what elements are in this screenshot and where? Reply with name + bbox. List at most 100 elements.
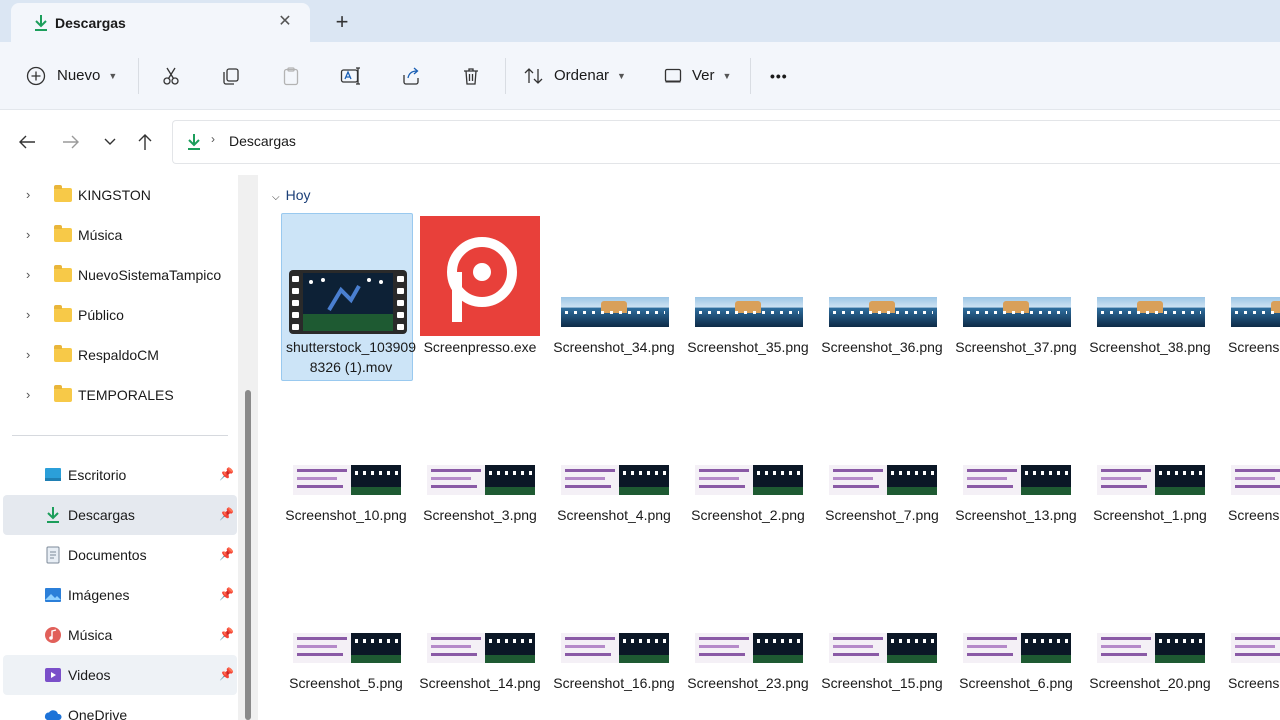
sidebar-item-escritorio[interactable]: Escritorio 📌 — [0, 455, 238, 495]
chevron-right-icon[interactable]: › — [26, 347, 38, 363]
sidebar-item-publico[interactable]: › Público — [0, 295, 238, 335]
sidebar-item-label: Videos — [68, 667, 111, 683]
sidebar-item-label: TEMPORALES — [78, 387, 174, 403]
chevron-right-icon[interactable]: › — [26, 267, 38, 283]
thumbnail-detail — [699, 311, 799, 314]
file-name: Screenshot_2.png — [691, 507, 805, 523]
thumbnail-detail — [1235, 653, 1280, 656]
back-button[interactable] — [15, 130, 39, 154]
sort-button[interactable]: Ordenar ▼ — [523, 42, 626, 109]
thumbnail-detail — [565, 645, 605, 648]
thumbnail-detail — [431, 485, 477, 488]
chevron-right-icon[interactable]: › — [26, 187, 38, 203]
thumbnail-detail — [967, 485, 1013, 488]
thumbnail-detail — [1235, 469, 1280, 472]
folder-icon — [54, 305, 72, 322]
pin-icon[interactable]: 📌 — [219, 667, 234, 681]
thumbnail-detail — [1025, 639, 1069, 643]
close-tab-icon[interactable]: ✕ — [276, 13, 294, 31]
pin-icon[interactable]: 📌 — [219, 507, 234, 521]
thumbnail-detail — [1235, 645, 1275, 648]
pin-icon[interactable]: 📌 — [219, 587, 234, 601]
sidebar-item-imagenes[interactable]: Imágenes 📌 — [0, 575, 238, 615]
thumbnail-detail — [1101, 645, 1141, 648]
thumbnail-detail — [1021, 487, 1071, 495]
view-button[interactable]: Ver ▼ — [663, 42, 731, 109]
chevron-right-icon[interactable]: › — [26, 227, 38, 243]
thumbnail-detail — [565, 653, 611, 656]
rename-icon — [340, 66, 360, 85]
chevron-down-icon[interactable]: ⌵ — [272, 192, 280, 203]
desktop-icon — [45, 468, 61, 481]
thumbnail-detail — [489, 471, 533, 475]
cut-button[interactable] — [161, 42, 181, 109]
thumbnail-detail — [967, 469, 1017, 472]
rename-button[interactable] — [340, 42, 362, 109]
sidebar-item-musica[interactable]: Música 📌 — [0, 615, 238, 655]
file-name: Screenshot_3.png — [423, 507, 537, 523]
new-tab-button[interactable]: + — [330, 10, 354, 34]
group-header-hoy[interactable]: ⌵ Hoy — [272, 187, 311, 203]
new-label: Nuevo — [57, 67, 101, 84]
sidebar-item-videos[interactable]: Videos 📌 — [3, 655, 237, 695]
copy-button[interactable] — [221, 42, 241, 109]
pin-icon[interactable]: 📌 — [219, 547, 234, 561]
share-button[interactable] — [401, 42, 421, 109]
thumbnail-detail — [699, 469, 749, 472]
pin-icon[interactable]: 📌 — [219, 627, 234, 641]
address-bar[interactable]: › Descargas — [172, 120, 1280, 164]
more-options-button[interactable]: ••• — [770, 42, 788, 109]
thumbnail-detail — [887, 655, 937, 663]
sidebar-item-kingston[interactable]: › KINGSTON — [0, 175, 238, 215]
thumbnail-detail — [297, 469, 347, 472]
thumbnail-detail — [967, 637, 1017, 640]
tab-descargas[interactable]: Descargas ✕ — [11, 3, 310, 42]
clipboard-icon — [283, 66, 299, 85]
group-label: Hoy — [285, 187, 311, 203]
sidebar-item-nuevosistematampico[interactable]: › NuevoSistemaTampico — [0, 255, 238, 295]
sidebar-item-musica-folder[interactable]: › Música — [0, 215, 238, 255]
breadcrumb-descargas[interactable]: Descargas — [229, 133, 296, 149]
image-thumbnail — [1231, 465, 1280, 495]
forward-button[interactable] — [59, 130, 83, 154]
file-name: Screenshot_16.png — [553, 675, 675, 691]
image-thumbnail — [561, 465, 669, 495]
paste-button[interactable] — [281, 42, 301, 109]
chevron-right-icon[interactable]: › — [26, 307, 38, 323]
divider — [750, 58, 751, 94]
chevron-down-icon: ▼ — [617, 70, 626, 81]
download-icon — [35, 15, 47, 31]
thumbnail-detail — [623, 639, 667, 643]
new-button[interactable]: Nuevo ▼ — [26, 42, 117, 109]
sidebar-scrollbar-thumb[interactable] — [245, 390, 251, 720]
sidebar-item-respaldocm[interactable]: › RespaldoCM — [0, 335, 238, 375]
sidebar-item-onedrive[interactable]: OneDrive — [0, 695, 238, 720]
thumbnail-detail — [565, 477, 605, 480]
videos-icon — [45, 668, 61, 682]
thumbnail-detail — [355, 639, 399, 643]
delete-button[interactable] — [461, 42, 481, 109]
file-name: Screenshot_5.png — [289, 675, 403, 691]
image-thumbnail — [293, 465, 401, 495]
up-button[interactable] — [133, 130, 157, 154]
thumbnail-detail — [891, 471, 935, 475]
file-name: Screenshot_7.png — [825, 507, 939, 523]
sidebar-item-label: Imágenes — [68, 587, 130, 603]
sidebar-item-temporales[interactable]: › TEMPORALES — [0, 375, 238, 415]
folder-icon — [54, 185, 72, 202]
thumbnail-detail — [485, 655, 535, 663]
arrow-right-icon — [63, 135, 79, 149]
sidebar-item-label: Público — [78, 307, 124, 323]
file-name: Screenshot_20.png — [1089, 675, 1211, 691]
file-name: Screenpresso.exe — [423, 339, 537, 355]
recent-locations-button[interactable] — [98, 130, 122, 154]
chevron-right-icon[interactable]: › — [26, 387, 38, 403]
sidebar-item-documentos[interactable]: Documentos 📌 — [0, 535, 238, 575]
thumbnail-detail — [833, 653, 879, 656]
thumbnail-detail — [1025, 471, 1069, 475]
thumbnail-detail — [1021, 655, 1071, 663]
screenpresso-app-icon — [420, 216, 540, 336]
sidebar-item-descargas[interactable]: Descargas 📌 — [3, 495, 237, 535]
pin-icon[interactable]: 📌 — [219, 467, 234, 481]
sidebar-item-label: Descargas — [68, 507, 135, 523]
